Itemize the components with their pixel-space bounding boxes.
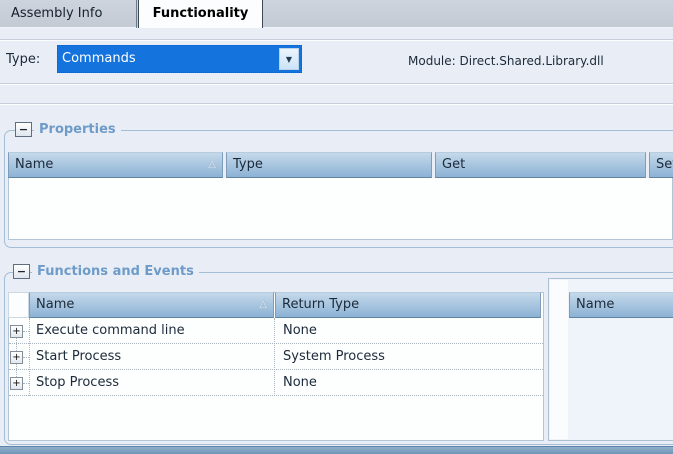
separator-line — [0, 39, 673, 41]
grid-column-divider — [29, 318, 30, 396]
type-dropdown-button[interactable]: ▼ — [279, 48, 299, 70]
properties-column-header-name[interactable]: Name △ — [8, 152, 223, 178]
functions-column-header-name[interactable]: Name △ — [29, 292, 274, 318]
module-label: Module: — [408, 54, 456, 68]
module-info: Module: Direct.Shared.Library.dll — [408, 53, 604, 69]
chevron-down-icon: ▼ — [280, 49, 298, 70]
properties-column-header-get[interactable]: Get — [435, 152, 646, 178]
function-return-type-cell: None — [283, 318, 538, 343]
parameters-gutter — [550, 280, 568, 439]
tree-connector-line — [23, 357, 29, 358]
functions-group-title: Functions and Events — [32, 264, 199, 280]
functions-collapse-button[interactable]: − — [13, 264, 30, 279]
separator-line — [0, 103, 673, 105]
function-name-cell: Start Process — [36, 344, 280, 369]
properties-grid-body — [8, 178, 673, 240]
properties-collapse-button[interactable]: − — [15, 122, 32, 137]
type-dropdown-value: Commands — [62, 46, 277, 72]
tab-strip: Assembly Info Functionality — [0, 0, 673, 28]
type-dropdown[interactable]: Commands ▼ — [57, 45, 302, 73]
tree-connector-line — [23, 383, 29, 384]
function-return-type-cell: System Process — [283, 344, 538, 369]
functionality-window: Assembly Info Functionality Type: Comman… — [0, 0, 673, 454]
parameters-column-header-name[interactable]: Name — [569, 292, 673, 318]
properties-group-title: Properties — [34, 122, 121, 138]
properties-column-header-type[interactable]: Type — [226, 152, 432, 178]
bottom-status-bar — [0, 446, 673, 454]
type-label: Type: — [6, 52, 40, 68]
function-name-cell: Execute command line — [36, 318, 280, 343]
function-row-execute-command-line[interactable]: Execute command line None — [9, 318, 543, 344]
tree-connector-line — [23, 331, 29, 332]
sort-ascending-icon: △ — [259, 293, 267, 317]
function-return-type-cell: None — [283, 370, 538, 395]
column-header-label: Name — [15, 157, 53, 172]
expand-button[interactable]: + — [10, 377, 23, 390]
grid-column-divider — [274, 318, 275, 396]
expand-button[interactable]: + — [10, 351, 23, 364]
separator-line — [0, 83, 673, 85]
tab-functionality[interactable]: Functionality — [138, 0, 263, 28]
function-name-cell: Stop Process — [36, 370, 280, 395]
tab-assembly-info[interactable]: Assembly Info — [0, 0, 137, 28]
functions-header-gutter — [8, 292, 29, 318]
functions-column-header-return-type[interactable]: Return Type — [275, 292, 541, 318]
function-row-start-process[interactable]: Start Process System Process — [9, 344, 543, 370]
sort-ascending-icon: △ — [208, 153, 216, 177]
module-value: Direct.Shared.Library.dll — [460, 54, 604, 68]
properties-column-header-set[interactable]: Set — [649, 152, 673, 178]
function-row-stop-process[interactable]: Stop Process None — [9, 370, 543, 396]
expand-button[interactable]: + — [10, 325, 23, 338]
column-header-label: Name — [36, 297, 74, 312]
